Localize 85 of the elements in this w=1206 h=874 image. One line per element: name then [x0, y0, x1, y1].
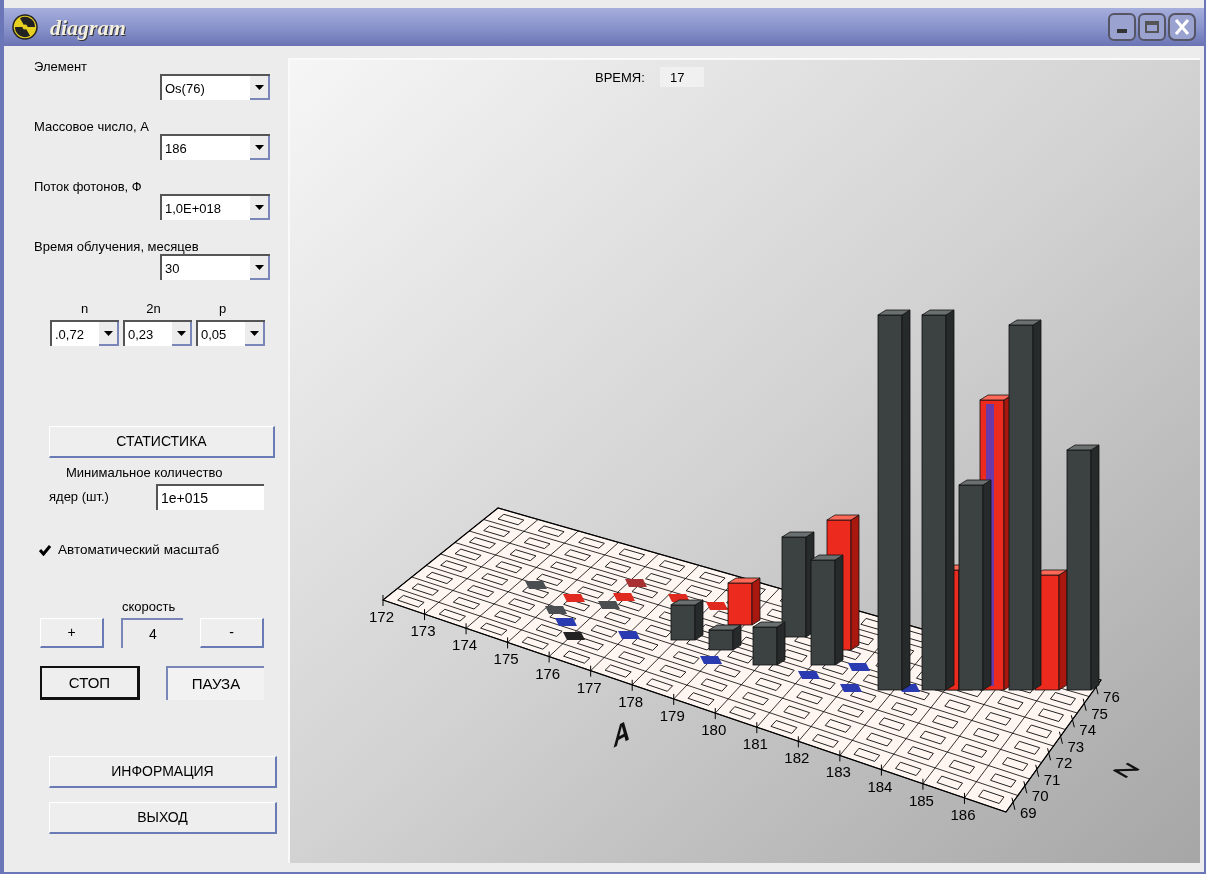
floor-mark — [706, 602, 728, 610]
speed-value: 4 — [121, 618, 183, 649]
speed-label: скорость — [122, 598, 177, 617]
caret-icon — [249, 330, 259, 336]
dropdown-button[interactable] — [245, 322, 265, 346]
axis-tick-label: 186 — [950, 805, 976, 823]
dropdown-button[interactable] — [250, 256, 270, 280]
caret-icon — [103, 330, 113, 336]
checkbox[interactable] — [38, 543, 52, 558]
axis-tick-label: 178 — [618, 692, 644, 710]
floor-mark — [840, 684, 862, 692]
floor-mark — [848, 663, 870, 671]
minimize-button[interactable] — [1108, 13, 1136, 41]
close-button[interactable] — [1168, 13, 1196, 41]
floor-mark — [798, 671, 820, 679]
field-label: Минимальное количество — [66, 464, 224, 482]
axis-tick-label: 181 — [742, 735, 768, 753]
axis-tick-label: 182 — [784, 749, 810, 767]
floor-mark — [700, 656, 722, 664]
dropdown[interactable]: 30 — [160, 254, 270, 280]
control-button[interactable]: ПАУЗА — [166, 666, 264, 701]
dropdown[interactable]: 0,05 — [196, 320, 265, 346]
dropdown-button[interactable] — [250, 136, 270, 160]
dropdown[interactable]: 186 — [160, 134, 270, 160]
axis-title: A — [612, 712, 631, 755]
caret-icon — [254, 144, 264, 150]
axis-tick-label: 176 — [535, 664, 561, 682]
floor-mark — [618, 631, 640, 639]
field-label: Поток фотонов, Ф — [34, 178, 142, 196]
axis-tick-label: 69 — [1019, 803, 1037, 821]
column-label: 2n — [146, 300, 161, 318]
axis-title: Z — [1108, 759, 1146, 781]
time-value: 17 — [670, 70, 685, 85]
dropdown[interactable]: .0,72 — [50, 320, 119, 346]
dropdown-button[interactable] — [250, 196, 270, 220]
time-label: ВРЕМЯ: — [595, 70, 645, 85]
axis-tick-label: 177 — [576, 678, 602, 696]
dropdown[interactable]: 0,23 — [123, 320, 192, 346]
axis-tick-label: 180 — [701, 721, 727, 739]
control-button[interactable]: СТОП — [40, 666, 140, 701]
axis-tick-label: 70 — [1031, 787, 1049, 805]
axis-tick-label: 185 — [908, 791, 934, 809]
maximize-button[interactable] — [1138, 13, 1166, 41]
axis-tick-label: 73 — [1067, 737, 1085, 755]
axis-tick-label: 75 — [1091, 704, 1108, 722]
caret-icon — [176, 330, 186, 336]
axis-tick-label: 183 — [825, 763, 851, 781]
axis-tick-label: 76 — [1103, 688, 1120, 706]
axis-tick-label: 74 — [1079, 721, 1096, 739]
input-field[interactable]: 1e+015 — [156, 484, 264, 510]
axis-tick-label: 184 — [867, 777, 893, 795]
statistics-button[interactable]: СТАТИСТИКА — [49, 426, 275, 458]
axis-tick-label: 179 — [659, 706, 685, 724]
field-label: Элемент — [34, 58, 88, 76]
caret-icon — [254, 264, 264, 270]
floor-mark — [545, 606, 567, 614]
dropdown[interactable]: 1,0E+018 — [160, 194, 270, 220]
axis-tick-label: 175 — [493, 650, 519, 668]
caret-icon — [254, 84, 264, 90]
field-label: Время облучения, месяцев — [34, 238, 199, 256]
floor-mark — [625, 579, 647, 587]
radiation-icon — [12, 14, 38, 40]
axis-tick-label: 173 — [410, 622, 436, 640]
plus-button[interactable]: + — [40, 618, 104, 649]
checkbox-label: Автоматический масштаб — [58, 541, 220, 559]
info-button[interactable]: ИНФОРМАЦИЯ — [49, 756, 277, 789]
column-label: n — [80, 300, 89, 318]
dropdown-button[interactable] — [250, 76, 270, 100]
axis-tick-label: 72 — [1055, 754, 1073, 772]
field-label: ядер (шт.) — [49, 488, 110, 507]
window-title: diagram — [50, 13, 126, 42]
minus-button[interactable]: - — [200, 618, 264, 649]
floor-mark — [525, 581, 547, 589]
axis-tick-label: 174 — [452, 636, 478, 654]
exit-button[interactable]: ВЫХОД — [49, 802, 277, 835]
dropdown-button[interactable] — [172, 322, 192, 346]
axis-tick-label: 71 — [1043, 770, 1061, 788]
floor-mark — [563, 594, 585, 602]
axis-tick-label: 172 — [369, 608, 395, 625]
field-label: Массовое число, А — [34, 118, 149, 136]
caret-icon — [254, 204, 264, 210]
column-label: p — [218, 300, 227, 318]
floor-mark — [555, 618, 577, 626]
dropdown[interactable]: Os(76) — [160, 74, 270, 100]
dropdown-button[interactable] — [99, 322, 119, 346]
